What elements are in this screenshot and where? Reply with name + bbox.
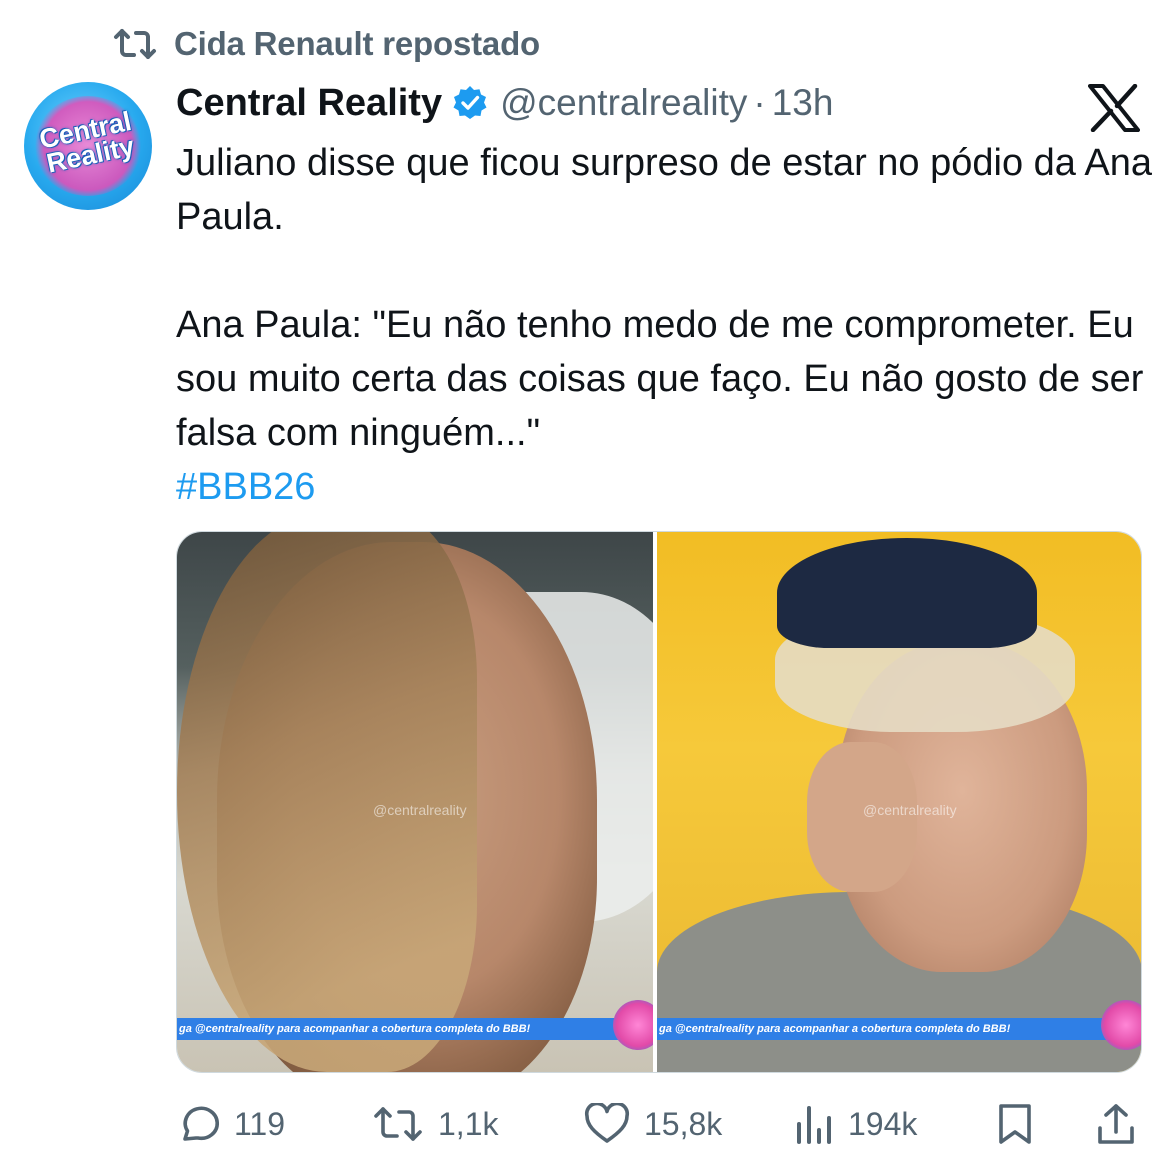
repost-icon <box>112 24 158 64</box>
views-count: 194k <box>848 1105 918 1142</box>
heart-icon <box>584 1103 630 1143</box>
media-photo-right[interactable]: @centralreality ga @centralreality para … <box>657 532 1141 1072</box>
photo-right-ticker: ga @centralreality para acompanhar a cob… <box>657 1018 1141 1040</box>
author-avatar[interactable]: Central Reality <box>24 82 152 210</box>
tweet-body: Juliano disse que ficou surpreso de esta… <box>176 136 1156 514</box>
photo-right-cap <box>777 538 1038 648</box>
repost-count: 1,1k <box>438 1105 499 1142</box>
tweet-text-paragraph-2: Ana Paula: "Eu não tenho medo de me comp… <box>176 304 1144 454</box>
media-photo-left[interactable]: @centralreality ga @centralreality para … <box>177 532 654 1072</box>
verified-badge-icon[interactable] <box>452 85 488 121</box>
share-icon <box>1098 1104 1134 1144</box>
repost-banner-text: Cida Renault repostado <box>174 25 540 62</box>
photo-left-ticker: ga @centralreality para acompanhar a cob… <box>177 1018 654 1040</box>
tweet-timestamp[interactable]: 13h <box>772 82 834 124</box>
tweet-media: @centralreality ga @centralreality para … <box>176 531 1142 1073</box>
views-button[interactable]: 194k <box>794 1094 917 1154</box>
like-count: 15,8k <box>644 1105 723 1142</box>
photo-left-watermark: @centralreality <box>373 802 467 818</box>
tweet-header: Central Reality @centralreality · 13h <box>176 78 833 128</box>
repost-action-icon <box>374 1107 422 1141</box>
bookmark-button[interactable] <box>996 1094 1048 1154</box>
x-logo-icon <box>1088 83 1140 133</box>
share-button[interactable] <box>1096 1094 1150 1154</box>
reply-button[interactable]: 119 <box>176 1094 285 1154</box>
photo-left-ticker-logo <box>613 1000 654 1050</box>
author-handle[interactable]: @centralreality <box>500 82 747 124</box>
tweet-text-paragraph-1: Juliano disse que ficou surpreso de esta… <box>176 142 1152 238</box>
bookmark-icon <box>999 1104 1031 1144</box>
views-chart-icon <box>797 1106 831 1144</box>
tweet-actions-bar: 119 1,1k 15,8k 194k <box>176 1094 1142 1154</box>
repost-banner[interactable]: Cida Renault repostado <box>112 22 540 66</box>
repost-button[interactable]: 1,1k <box>372 1094 498 1154</box>
header-separator: · <box>753 82 766 123</box>
author-display-name[interactable]: Central Reality <box>176 82 442 125</box>
like-button[interactable]: 15,8k <box>584 1094 722 1154</box>
hashtag-link[interactable]: #BBB26 <box>176 466 315 508</box>
reply-count: 119 <box>234 1105 286 1142</box>
photo-right-watermark: @centralreality <box>863 802 957 818</box>
reply-icon <box>183 1106 220 1141</box>
